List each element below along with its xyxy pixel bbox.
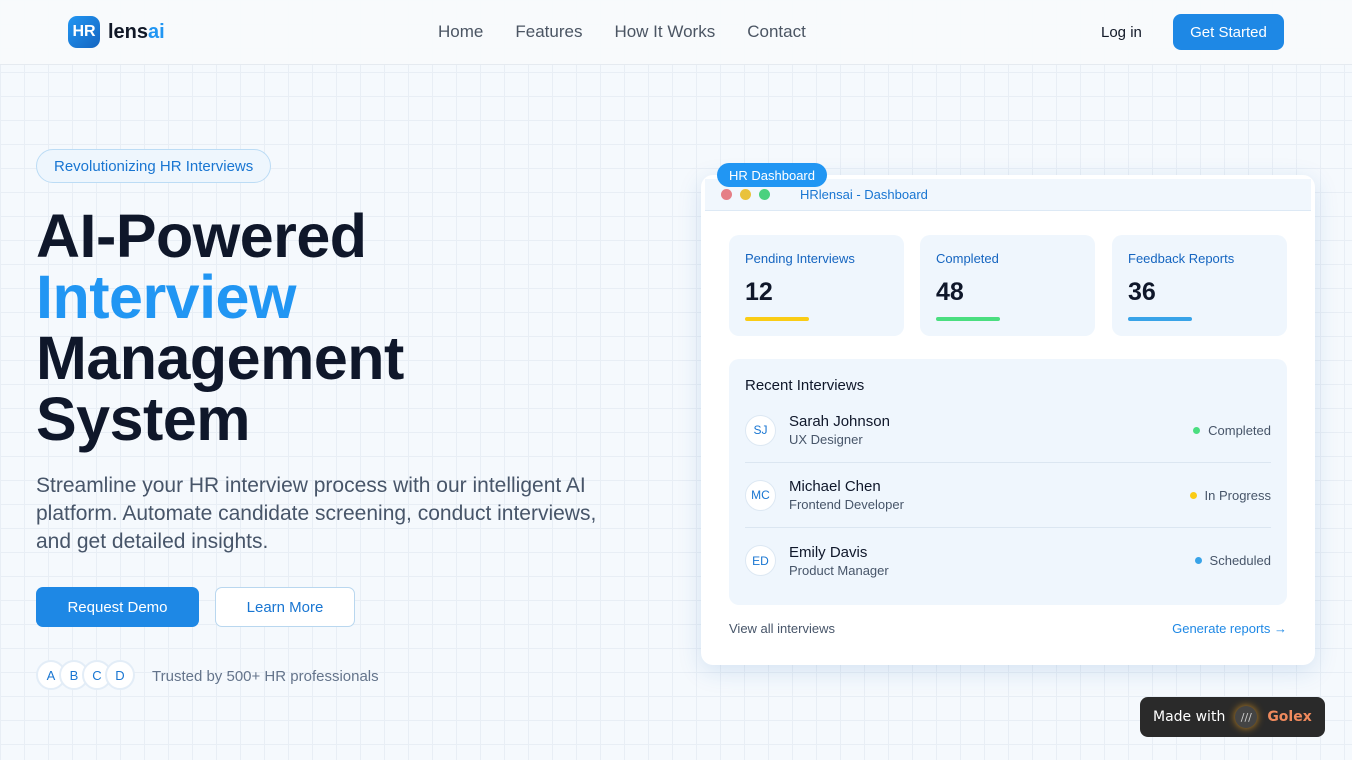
made-with-badge[interactable]: Made with///Golex — [1140, 697, 1325, 737]
golex-logo-icon: /// — [1235, 706, 1258, 728]
request-demo-button[interactable]: Request Demo — [36, 587, 199, 627]
status-badge: Scheduled — [1194, 553, 1271, 568]
stat-feedback: Feedback Reports 36 — [1112, 235, 1287, 336]
stat-underline — [1128, 317, 1192, 321]
trust-text: Trusted by 500+ HR professionals — [152, 668, 379, 685]
status-badge: In Progress — [1189, 488, 1271, 503]
nav-features[interactable]: Features — [515, 22, 582, 42]
recent-interviews: Recent Interviews SJ Sarah Johnson UX Desi… — [729, 359, 1287, 605]
list-item[interactable]: MC Michael Chen Frontend Developer In Progr… — [745, 463, 1271, 528]
navbar: HR lensai Home Features How It Works Cont… — [0, 0, 1352, 65]
login-link[interactable]: Log in — [1101, 24, 1142, 41]
hero-title: AI-Powered Interview Management System — [36, 202, 404, 453]
nav-how-it-works[interactable]: How It Works — [614, 22, 715, 42]
get-started-button[interactable]: Get Started — [1173, 14, 1284, 50]
logo-text: lens — [108, 20, 149, 43]
logo-text-accent: ai — [148, 20, 165, 43]
nav-home[interactable]: Home — [438, 22, 483, 42]
avatar: MC — [745, 479, 776, 511]
generate-reports-link[interactable]: Generate reports → — [1172, 621, 1287, 636]
dashboard-tag: HR Dashboard — [717, 163, 827, 187]
learn-more-button[interactable]: Learn More — [215, 587, 355, 627]
logo-mark: HR — [68, 16, 100, 48]
dashboard-preview: HRlensai - Dashboard Pending Interviews 1… — [701, 175, 1315, 665]
stat-underline — [745, 317, 809, 321]
hero-description: Streamline your HR interview process wit… — [36, 474, 597, 553]
view-all-link[interactable]: View all interviews — [729, 621, 835, 636]
section-title: Recent Interviews — [745, 377, 865, 394]
avatar: D — [105, 660, 135, 690]
stat-underline — [936, 317, 1000, 321]
stat-pending: Pending Interviews 12 — [729, 235, 904, 336]
stat-completed: Completed 48 — [920, 235, 1095, 336]
maximize-dot-icon — [759, 189, 770, 200]
avatar: ED — [745, 545, 776, 576]
close-dot-icon — [721, 189, 732, 200]
list-item[interactable]: ED Emily Davis Product Manager Scheduled — [745, 528, 1271, 593]
avatar: SJ — [745, 414, 776, 446]
status-badge: Completed — [1193, 423, 1271, 438]
hero-pill: Revolutionizing HR Interviews — [36, 149, 272, 183]
window-title: HRlensai - Dashboard — [800, 187, 928, 202]
minimize-dot-icon — [740, 189, 751, 200]
avatar-group: A B C D — [36, 660, 135, 690]
nav-contact[interactable]: Contact — [747, 22, 806, 42]
list-item[interactable]: SJ Sarah Johnson UX Designer Completed — [745, 398, 1271, 463]
logo[interactable]: HR lensai — [68, 16, 165, 48]
